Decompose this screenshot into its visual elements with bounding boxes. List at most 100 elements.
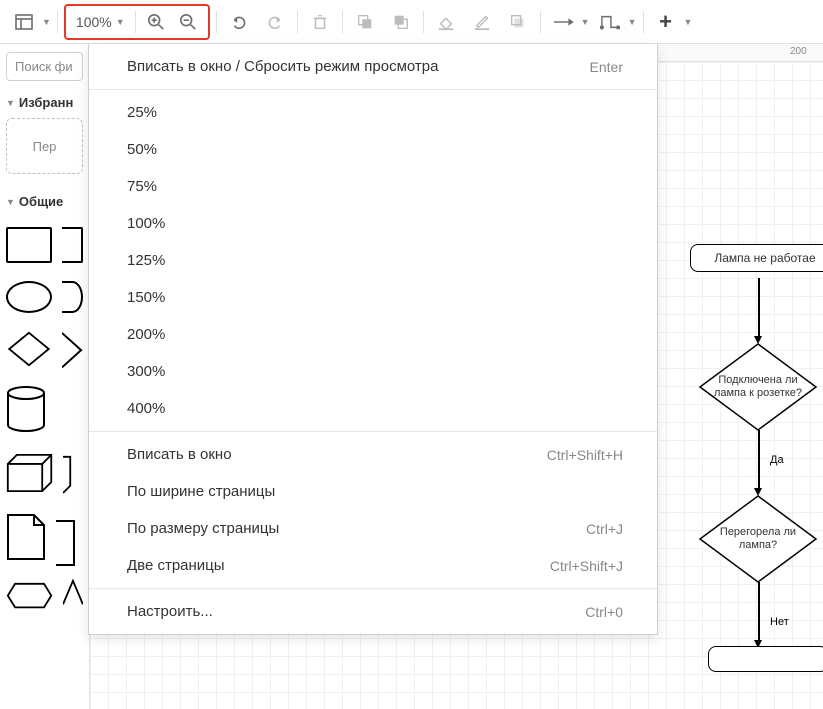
to-back-button[interactable] — [385, 6, 417, 38]
shape-cylinder[interactable] — [6, 385, 46, 433]
edge-label-no: Нет — [770, 616, 789, 628]
shadow-button[interactable] — [502, 6, 534, 38]
shape-document[interactable] — [6, 513, 46, 561]
separator — [342, 11, 343, 33]
menu-label: По ширине страницы — [127, 483, 275, 500]
menu-item-zoom-level[interactable]: 150% — [89, 279, 657, 316]
separator — [216, 11, 217, 33]
menu-item-fit-page[interactable]: По размеру страницы Ctrl+J — [89, 510, 657, 547]
menu-item-zoom-level[interactable]: 125% — [89, 242, 657, 279]
flowchart-node-decision2[interactable]: Перегорела ли лампа? — [698, 494, 818, 584]
menu-separator — [89, 89, 657, 90]
undo-button[interactable] — [223, 6, 255, 38]
fill-color-button[interactable] — [430, 6, 462, 38]
shape-partial3[interactable] — [63, 455, 83, 491]
caret-down-icon: ▼ — [581, 17, 590, 27]
zoom-dropdown[interactable]: 100% ▼ — [70, 14, 131, 30]
flowchart-edge — [758, 278, 760, 338]
node-label: Перегорела ли лампа? — [698, 494, 818, 584]
favorites-dropzone[interactable]: Пер — [6, 118, 83, 174]
menu-item-fit-reset[interactable]: Вписать в окно / Сбросить режим просмотр… — [89, 48, 657, 85]
ruler-tick: 200 — [790, 46, 807, 57]
connection-style-button[interactable] — [547, 6, 579, 38]
toolbar: ▼ 100% ▼ — [0, 0, 823, 44]
menu-label: 100% — [127, 215, 165, 232]
zoom-value: 100% — [76, 14, 112, 30]
menu-item-fit-window[interactable]: Вписать в окно Ctrl+Shift+H — [89, 436, 657, 473]
menu-item-zoom-level[interactable]: 200% — [89, 316, 657, 353]
shape-diamond[interactable] — [6, 331, 52, 367]
panel-favorites-header[interactable]: ▼ Избранн — [6, 95, 83, 110]
menu-item-two-pages[interactable]: Две страницы Ctrl+Shift+J — [89, 547, 657, 584]
zoom-in-button[interactable] — [140, 6, 172, 38]
menu-item-zoom-level[interactable]: 100% — [89, 205, 657, 242]
shape-partial[interactable] — [62, 281, 83, 313]
shape-palette — [6, 217, 83, 615]
shape-rounded-rect[interactable] — [62, 227, 83, 263]
caret-down-icon: ▼ — [116, 17, 125, 27]
flowchart-edge — [758, 582, 760, 642]
flowchart-node-decision1[interactable]: Подключена ли лампа к розетке? — [698, 342, 818, 432]
menu-label: 25% — [127, 104, 157, 121]
menu-shortcut: Ctrl+Shift+H — [547, 447, 623, 463]
menu-item-custom[interactable]: Настроить... Ctrl+0 — [89, 593, 657, 630]
separator — [540, 11, 541, 33]
to-front-button[interactable] — [349, 6, 381, 38]
flowchart-node-end[interactable] — [708, 646, 823, 672]
zoom-out-button[interactable] — [172, 6, 204, 38]
sidebar: Поиск фи ▼ Избранн Пер ▼ Общие — [0, 44, 90, 709]
menu-label: 75% — [127, 178, 157, 195]
flowchart-edge — [758, 430, 760, 490]
waypoints-button[interactable] — [594, 6, 626, 38]
dropzone-label: Пер — [33, 139, 57, 154]
menu-item-zoom-level[interactable]: 300% — [89, 353, 657, 390]
menu-label: Вписать в окно / Сбросить режим просмотр… — [127, 58, 438, 75]
shape-partial4[interactable] — [56, 519, 78, 555]
panel-label: Избранн — [19, 95, 73, 110]
add-button[interactable]: + — [650, 6, 682, 38]
separator — [297, 11, 298, 33]
shape-hexagon[interactable] — [6, 582, 53, 612]
separator — [423, 11, 424, 33]
shape-ellipse[interactable] — [6, 281, 52, 313]
shape-cube[interactable] — [6, 451, 53, 495]
panel-common-header[interactable]: ▼ Общие — [6, 194, 83, 209]
triangle-down-icon: ▼ — [6, 197, 15, 207]
menu-label: По размеру страницы — [127, 520, 279, 537]
menu-label: Настроить... — [127, 603, 213, 620]
separator — [57, 11, 58, 33]
menu-label: 125% — [127, 252, 165, 269]
search-placeholder: Поиск фи — [15, 59, 73, 74]
edge-label-yes: Да — [770, 454, 784, 466]
redo-button[interactable] — [259, 6, 291, 38]
triangle-down-icon: ▼ — [6, 98, 15, 108]
menu-label: 400% — [127, 400, 165, 417]
menu-item-fit-width[interactable]: По ширине страницы — [89, 473, 657, 510]
menu-shortcut: Enter — [590, 59, 623, 75]
menu-label: Две страницы — [127, 557, 225, 574]
caret-down-icon: ▼ — [684, 17, 693, 27]
shape-triangle[interactable] — [63, 579, 83, 615]
menu-label: 200% — [127, 326, 165, 343]
layout-button[interactable] — [8, 6, 40, 38]
flowchart-node-start[interactable]: Лампа не работае — [690, 244, 823, 272]
search-input[interactable]: Поиск фи — [6, 52, 83, 81]
menu-item-zoom-level[interactable]: 25% — [89, 94, 657, 131]
caret-down-icon: ▼ — [628, 17, 637, 27]
menu-shortcut: Ctrl+0 — [585, 604, 623, 620]
shape-rectangle[interactable] — [6, 227, 52, 263]
menu-item-zoom-level[interactable]: 75% — [89, 168, 657, 205]
line-color-button[interactable] — [466, 6, 498, 38]
menu-label: 50% — [127, 141, 157, 158]
node-label: Подключена ли лампа к розетке? — [698, 342, 818, 432]
node-label: Лампа не работае — [714, 251, 815, 265]
shape-partial2[interactable] — [62, 331, 83, 367]
menu-shortcut: Ctrl+J — [586, 521, 623, 537]
menu-item-zoom-level[interactable]: 50% — [89, 131, 657, 168]
menu-separator — [89, 588, 657, 589]
menu-item-zoom-level[interactable]: 400% — [89, 390, 657, 427]
delete-button[interactable] — [304, 6, 336, 38]
menu-label: 300% — [127, 363, 165, 380]
layout-caret-icon: ▼ — [42, 17, 51, 27]
menu-separator — [89, 431, 657, 432]
